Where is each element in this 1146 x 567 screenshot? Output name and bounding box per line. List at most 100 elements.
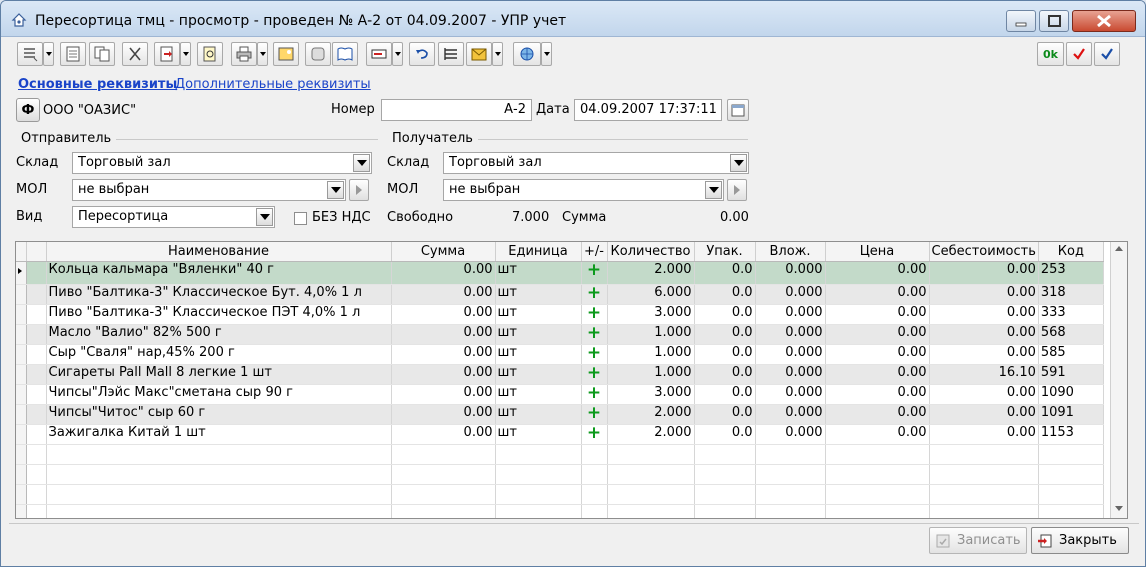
row-mark[interactable] — [26, 324, 47, 345]
cell-unit[interactable]: шт — [495, 384, 582, 405]
cell-unit[interactable]: шт — [495, 344, 582, 365]
row-indicator[interactable] — [16, 484, 27, 505]
envelope-dropdown[interactable] — [492, 42, 503, 66]
cell-quantity[interactable]: 2.000 — [607, 404, 695, 425]
cell-code[interactable]: 591 — [1038, 364, 1104, 385]
empty-cell[interactable] — [495, 444, 582, 465]
empty-cell[interactable] — [929, 464, 1039, 485]
cell-quantity[interactable]: 1.000 — [607, 344, 695, 365]
cell-price[interactable]: 0.00 — [825, 261, 930, 285]
cell-price[interactable]: 0.00 — [825, 364, 930, 385]
number-field[interactable]: А-2 — [381, 99, 532, 121]
table-row[interactable]: Кольца кальмара "Вяленки" 40 г 0.00 шт +2.0… — [16, 261, 1104, 285]
empty-cell[interactable] — [607, 464, 695, 485]
tab-additional-details[interactable]: Дополнительные реквизиты — [175, 77, 371, 92]
row-indicator[interactable] — [16, 424, 27, 445]
cell-sum[interactable]: 0.00 — [391, 424, 496, 445]
table-row[interactable]: Чипсы"Лэйс Макс"сметана сыр 90 г 0.00 шт +3… — [16, 384, 1104, 405]
row-indicator[interactable] — [16, 304, 27, 325]
sender-mol-dropdown[interactable] — [327, 181, 344, 199]
empty-cell[interactable] — [495, 504, 582, 518]
cell-pack[interactable]: 0.0 — [694, 261, 756, 285]
empty-cell[interactable] — [1038, 464, 1104, 485]
row-mark[interactable] — [26, 424, 47, 445]
vertical-scrollbar[interactable] — [1110, 242, 1127, 518]
empty-cell[interactable] — [825, 464, 930, 485]
table-row[interactable]: Пиво "Балтика-3" Классическое ПЭТ 4,0% 1… — [16, 304, 1104, 325]
card-button[interactable] — [366, 42, 392, 66]
cell-sign[interactable]: + — [581, 261, 608, 285]
cell-code[interactable]: 1091 — [1038, 404, 1104, 425]
cell-sum[interactable]: 0.00 — [391, 324, 496, 345]
cell-unit[interactable]: шт — [495, 261, 582, 285]
list-menu-dropdown[interactable] — [43, 42, 54, 66]
catalog-button[interactable] — [305, 42, 331, 66]
cell-name[interactable]: Кольца кальмара "Вяленки" 40 г — [46, 261, 392, 285]
cell-unit[interactable]: шт — [495, 284, 582, 305]
cell-code[interactable]: 1153 — [1038, 424, 1104, 445]
delete-button[interactable] — [122, 42, 148, 66]
column-header-name[interactable]: Наименование — [46, 242, 392, 262]
cell-sum[interactable]: 0.00 — [391, 261, 496, 285]
save-button[interactable]: Записать — [929, 527, 1027, 554]
empty-cell[interactable] — [391, 504, 496, 518]
column-header-unit[interactable]: Единица — [495, 242, 582, 262]
table-row[interactable]: Зажигалка Китай 1 шт 0.00 шт +2.000 0.0 0.000… — [16, 424, 1104, 445]
scroll-down-icon[interactable] — [1115, 506, 1123, 511]
organization-button[interactable]: Ф — [16, 98, 40, 122]
cell-sign[interactable]: + — [581, 304, 608, 325]
web-dropdown[interactable] — [541, 42, 552, 66]
cell-sum[interactable]: 0.00 — [391, 364, 496, 385]
cell-quantity[interactable]: 1.000 — [607, 364, 695, 385]
row-indicator[interactable] — [16, 364, 27, 385]
cell-cost[interactable]: 0.00 — [929, 284, 1039, 305]
cell-quantity[interactable]: 1.000 — [607, 324, 695, 345]
empty-cell[interactable] — [825, 484, 930, 505]
cell-nested[interactable]: 0.000 — [755, 404, 826, 425]
empty-cell[interactable] — [391, 464, 496, 485]
cell-unit[interactable]: шт — [495, 364, 582, 385]
sender-mol-combo[interactable]: не выбран — [72, 179, 346, 201]
row-mark[interactable] — [26, 364, 47, 385]
sender-warehouse-dropdown[interactable] — [353, 154, 370, 172]
empty-cell[interactable] — [46, 504, 392, 518]
empty-cell[interactable] — [495, 484, 582, 505]
print-preview-button[interactable] — [197, 42, 223, 66]
cell-cost[interactable]: 0.00 — [929, 404, 1039, 425]
no-vat-checkbox[interactable] — [294, 212, 307, 225]
cell-quantity[interactable]: 3.000 — [607, 384, 695, 405]
receiver-warehouse-combo[interactable]: Торговый зал — [443, 152, 749, 174]
cell-price[interactable]: 0.00 — [825, 404, 930, 425]
cell-name[interactable]: Чипсы"Читос" сыр 60 г — [46, 404, 392, 425]
close-button[interactable]: Закрыть — [1031, 527, 1129, 554]
tab-main-details[interactable]: Основные реквизиты — [18, 77, 177, 92]
cell-cost[interactable]: 0.00 — [929, 424, 1039, 445]
cell-sign[interactable]: + — [581, 364, 608, 385]
book-button[interactable] — [332, 42, 358, 66]
cell-pack[interactable]: 0.0 — [694, 364, 756, 385]
cell-sign[interactable]: + — [581, 324, 608, 345]
cell-sign[interactable]: + — [581, 384, 608, 405]
row-indicator[interactable] — [16, 404, 27, 425]
column-header-sign[interactable]: +/- — [581, 242, 608, 262]
empty-cell[interactable] — [607, 484, 695, 505]
minimize-button[interactable] — [1006, 10, 1036, 32]
cell-sign[interactable]: + — [581, 344, 608, 365]
cell-name[interactable]: Чипсы"Лэйс Макс"сметана сыр 90 г — [46, 384, 392, 405]
kind-dropdown[interactable] — [256, 208, 273, 226]
picture-button[interactable] — [273, 42, 299, 66]
cell-nested[interactable]: 0.000 — [755, 284, 826, 305]
cell-quantity[interactable]: 6.000 — [607, 284, 695, 305]
table-row[interactable]: Сыр "Сваля" нар,45% 200 г 0.00 шт +1.000 0.0… — [16, 344, 1104, 365]
column-header-price[interactable]: Цена — [825, 242, 930, 262]
cell-cost[interactable]: 0.00 — [929, 324, 1039, 345]
empty-cell[interactable] — [694, 444, 756, 465]
cell-nested[interactable]: 0.000 — [755, 261, 826, 285]
empty-cell[interactable] — [495, 464, 582, 485]
cell-nested[interactable]: 0.000 — [755, 384, 826, 405]
column-header-quantity[interactable]: Количество — [607, 242, 695, 262]
print-dropdown[interactable] — [257, 42, 268, 66]
cell-pack[interactable]: 0.0 — [694, 424, 756, 445]
cell-pack[interactable]: 0.0 — [694, 344, 756, 365]
maximize-button[interactable] — [1039, 10, 1069, 32]
